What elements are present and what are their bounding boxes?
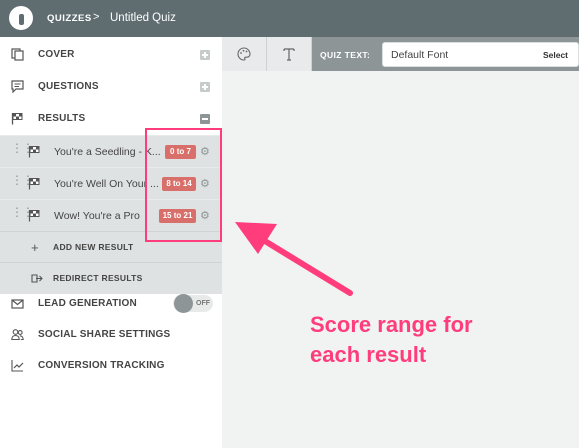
- annotation-line-2: each result: [310, 342, 427, 367]
- score-range-highlight: [145, 128, 222, 242]
- annotation-arrow-icon: [235, 222, 353, 296]
- envelope-icon: [11, 299, 24, 309]
- font-select-field[interactable]: Default Font Select: [382, 42, 579, 67]
- sidebar-item-label: COVER: [38, 49, 75, 60]
- toggle-state: OFF: [196, 300, 210, 307]
- redirect-icon: [31, 274, 43, 283]
- redirect-results-label: REDIRECT RESULTS: [53, 273, 143, 283]
- text-toolbar: QUIZ TEXT: Default Font Select: [222, 37, 579, 71]
- lead-generation-toggle[interactable]: OFF: [173, 294, 213, 313]
- checkered-flag-icon: [28, 210, 40, 222]
- text-style-button[interactable]: [267, 37, 312, 71]
- sidebar-item-conversion-tracking[interactable]: CONVERSION TRACKING: [0, 350, 222, 382]
- add-new-result-label: ADD NEW RESULT: [53, 242, 134, 252]
- theme-button[interactable]: [222, 37, 267, 71]
- app-logo-icon[interactable]: [9, 6, 33, 30]
- breadcrumb-separator: >: [93, 11, 100, 23]
- sidebar-item-lead-generation[interactable]: LEAD GENERATION OFF: [0, 288, 222, 320]
- sidebar-item-label: RESULTS: [38, 113, 86, 124]
- top-bar: QUIZZES > Untitled Quiz: [0, 0, 579, 37]
- checkered-flag-icon: [28, 178, 40, 190]
- sidebar-item-label: QUESTIONS: [38, 81, 99, 92]
- speech-bubble-icon: [11, 80, 24, 93]
- sidebar-item-questions[interactable]: QUESTIONS: [0, 71, 222, 103]
- annotation-line-1: Score range for: [310, 312, 473, 337]
- checkered-flag-icon: [11, 113, 23, 125]
- users-icon: [11, 329, 24, 341]
- text-icon: [283, 48, 295, 61]
- select-font-button[interactable]: Select: [543, 50, 568, 60]
- quiz-title: Untitled Quiz: [110, 12, 176, 24]
- add-cover-icon[interactable]: [200, 50, 210, 60]
- sidebar-item-cover[interactable]: COVER: [0, 39, 222, 71]
- breadcrumb-quizzes[interactable]: QUIZZES: [47, 13, 92, 24]
- result-name: Wow! You're a Pro: [54, 210, 140, 222]
- toggle-knob: [174, 294, 193, 313]
- quiz-text-label: QUIZ TEXT:: [320, 50, 371, 60]
- collapse-results-icon[interactable]: [200, 114, 210, 124]
- sidebar-item-label: SOCIAL SHARE SETTINGS: [38, 329, 171, 340]
- sidebar-item-social-share[interactable]: SOCIAL SHARE SETTINGS: [0, 319, 222, 351]
- add-question-icon[interactable]: [200, 82, 210, 92]
- plus-icon: +: [31, 240, 39, 255]
- line-chart-icon: [11, 360, 24, 372]
- checkered-flag-icon: [28, 146, 40, 158]
- font-value: Default Font: [391, 49, 449, 61]
- copy-icon: [11, 48, 24, 61]
- sidebar: COVER QUESTIONS RESULTS ⋮⋮ You're a Seed…: [0, 37, 222, 448]
- palette-icon: [237, 47, 251, 61]
- annotation-text: Score range for each result: [310, 310, 550, 370]
- sidebar-item-label: CONVERSION TRACKING: [38, 360, 165, 371]
- sidebar-item-label: LEAD GENERATION: [38, 298, 137, 309]
